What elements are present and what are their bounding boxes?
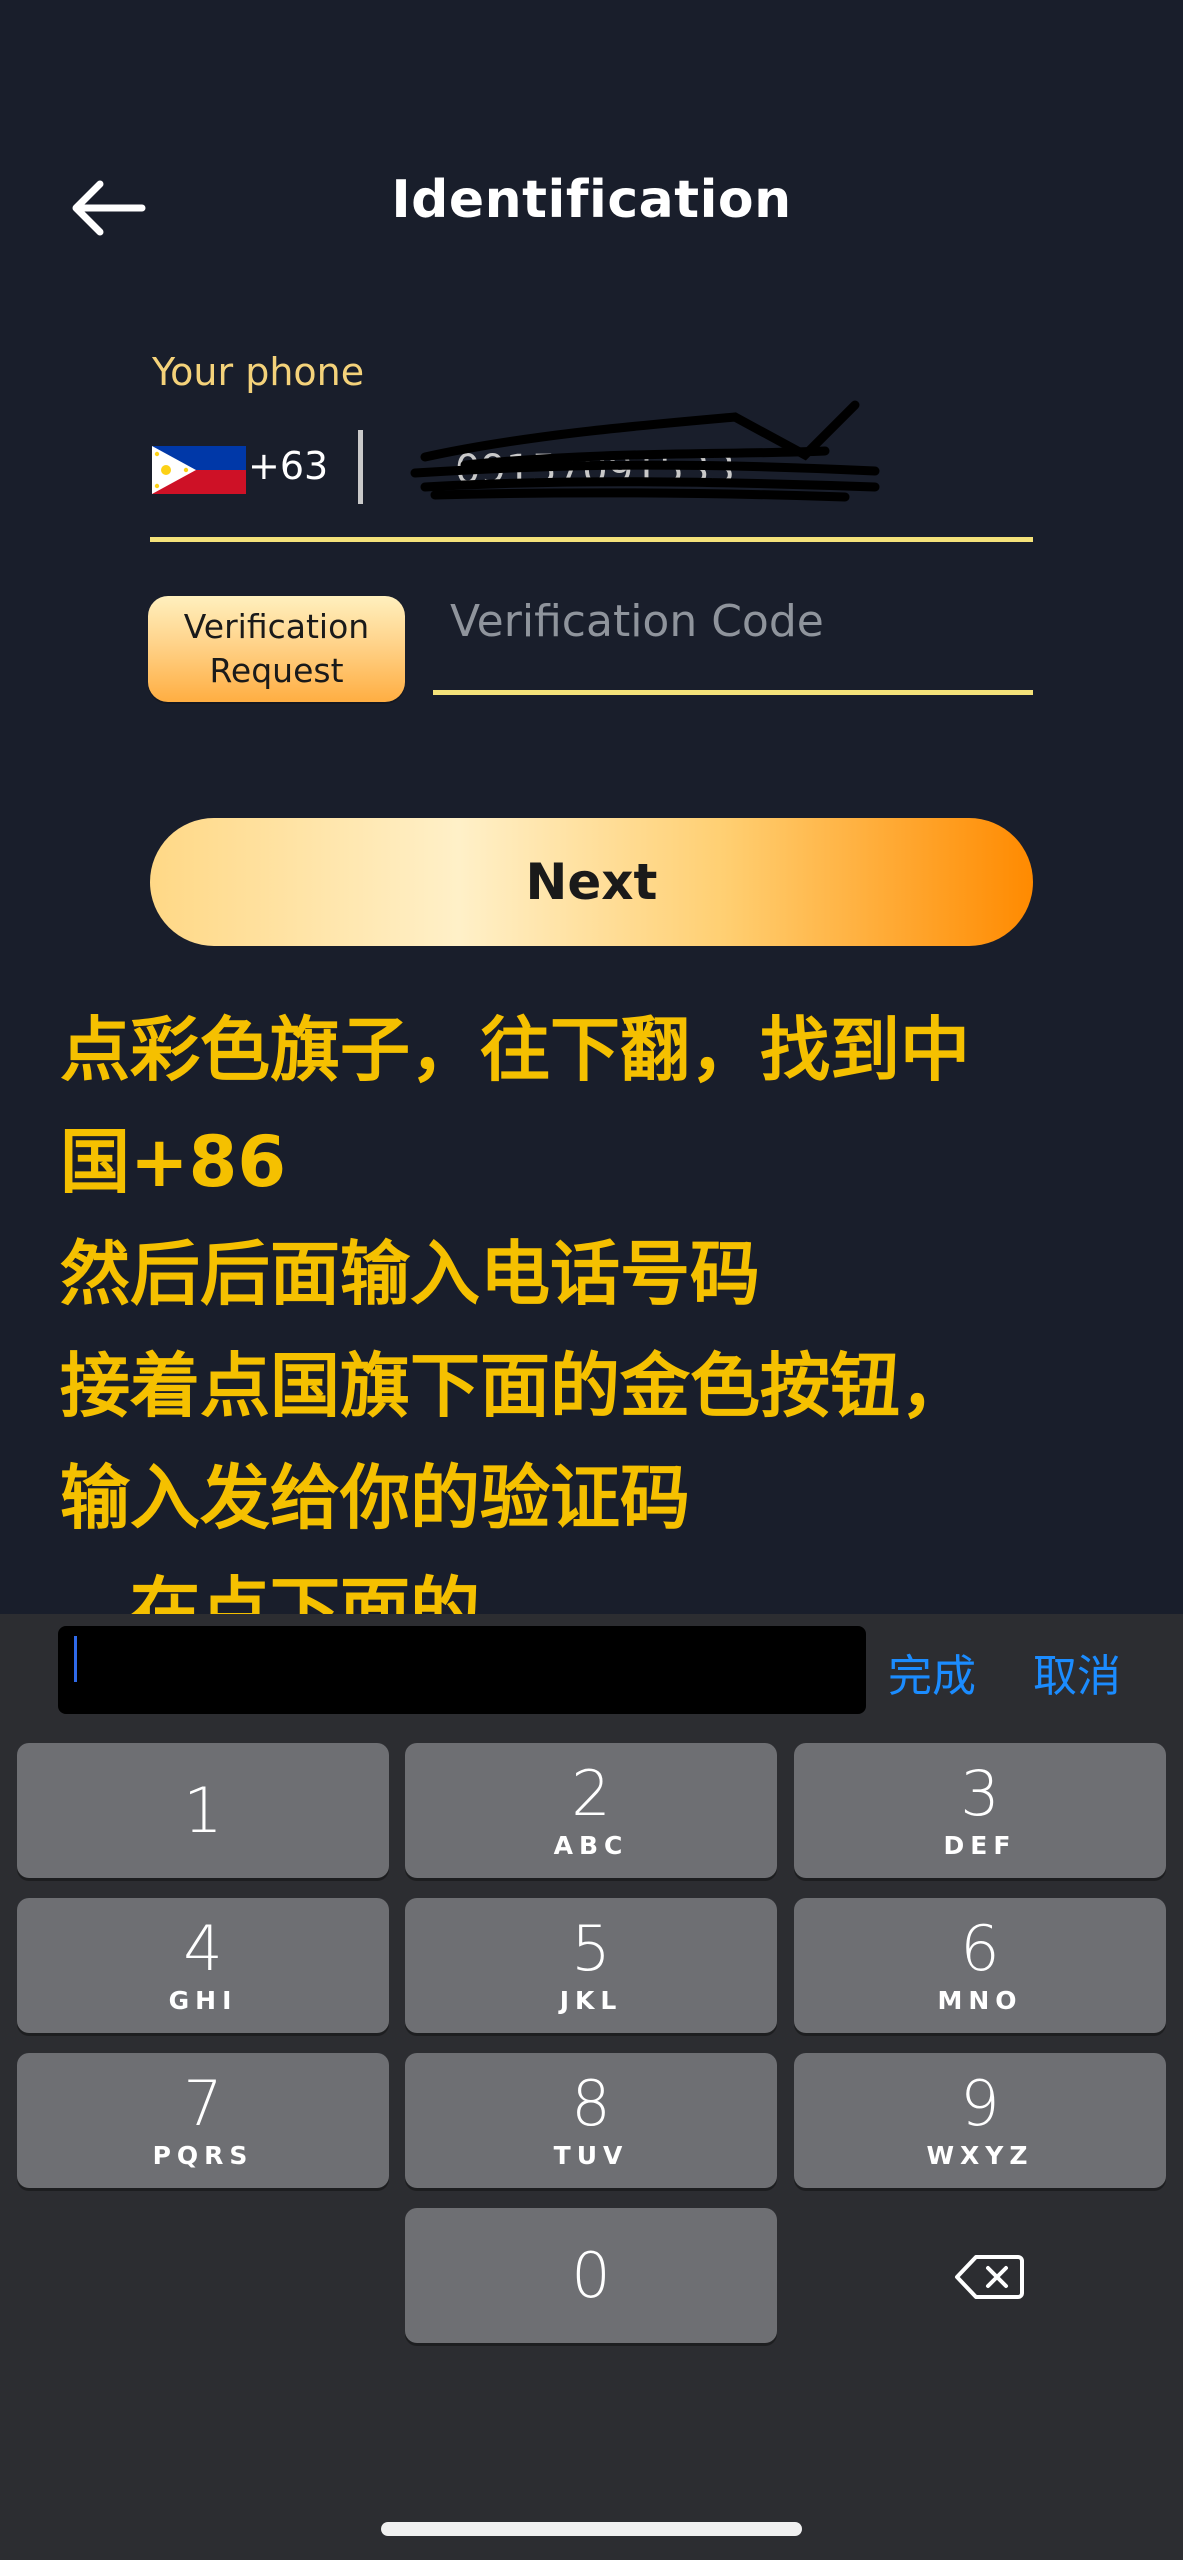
- backspace-button[interactable]: [944, 2248, 1034, 2308]
- done-button[interactable]: 完成: [888, 1640, 976, 1704]
- key-4[interactable]: 4 GHI: [17, 1898, 389, 2033]
- key-digit: 9: [960, 2067, 1000, 2140]
- phone-underline: [150, 537, 1033, 542]
- key-digit: 1: [183, 1773, 223, 1847]
- home-indicator: [381, 2522, 802, 2536]
- key-letters: GHI: [168, 1986, 238, 2015]
- key-digit: 3: [960, 1757, 1000, 1830]
- key-1[interactable]: 1: [17, 1743, 389, 1878]
- key-letters: JKL: [559, 1986, 623, 2015]
- numeric-keypad: 1 2 ABC 3 DEF 4 GHI 5 JKL 6 MNO 7 PQRS 8…: [0, 1726, 1183, 2560]
- key-2[interactable]: 2 ABC: [405, 1743, 777, 1878]
- key-letters: TUV: [553, 2141, 629, 2170]
- country-flag-selector[interactable]: [152, 446, 246, 494]
- philippines-flag-icon: [152, 446, 246, 494]
- key-6[interactable]: 6 MNO: [794, 1898, 1166, 2033]
- key-8[interactable]: 8 TUV: [405, 2053, 777, 2188]
- key-digit: 8: [571, 2067, 611, 2140]
- key-letters: DEF: [943, 1831, 1017, 1860]
- key-3[interactable]: 3 DEF: [794, 1743, 1166, 1878]
- key-digit: 0: [571, 2238, 611, 2312]
- key-letters: WXYZ: [926, 2141, 1034, 2170]
- divider: [358, 430, 363, 504]
- key-0[interactable]: 0: [405, 2208, 777, 2343]
- verification-request-button[interactable]: Verification Request: [148, 596, 405, 702]
- key-letters: MNO: [937, 1986, 1023, 2015]
- verification-request-label-2: Request: [209, 651, 344, 690]
- key-digit: 6: [960, 1912, 1000, 1985]
- key-digit: 4: [183, 1912, 223, 1985]
- verification-underline: [433, 690, 1033, 695]
- key-letters: PQRS: [152, 2141, 254, 2170]
- key-7[interactable]: 7 PQRS: [17, 2053, 389, 2188]
- verification-request-label-1: Verification: [183, 607, 370, 646]
- key-5[interactable]: 5 JKL: [405, 1898, 777, 2033]
- key-letters: ABC: [553, 1831, 629, 1860]
- toolbar-input-field[interactable]: [58, 1626, 866, 1714]
- redaction-scribble: [410, 400, 880, 502]
- backspace-icon: [955, 2254, 1024, 2299]
- key-digit: 2: [571, 1757, 611, 1830]
- next-button[interactable]: Next: [150, 818, 1033, 946]
- phone-label: Your phone: [152, 350, 365, 394]
- key-digit: 7: [183, 2067, 223, 2140]
- key-9[interactable]: 9 WXYZ: [794, 2053, 1166, 2188]
- country-code[interactable]: +63: [248, 444, 328, 488]
- cancel-button[interactable]: 取消: [1033, 1640, 1121, 1704]
- page-title: Identification: [391, 170, 792, 230]
- key-digit: 5: [571, 1912, 611, 1985]
- verification-code-input[interactable]: [450, 590, 1030, 652]
- text-caret: [74, 1636, 77, 1682]
